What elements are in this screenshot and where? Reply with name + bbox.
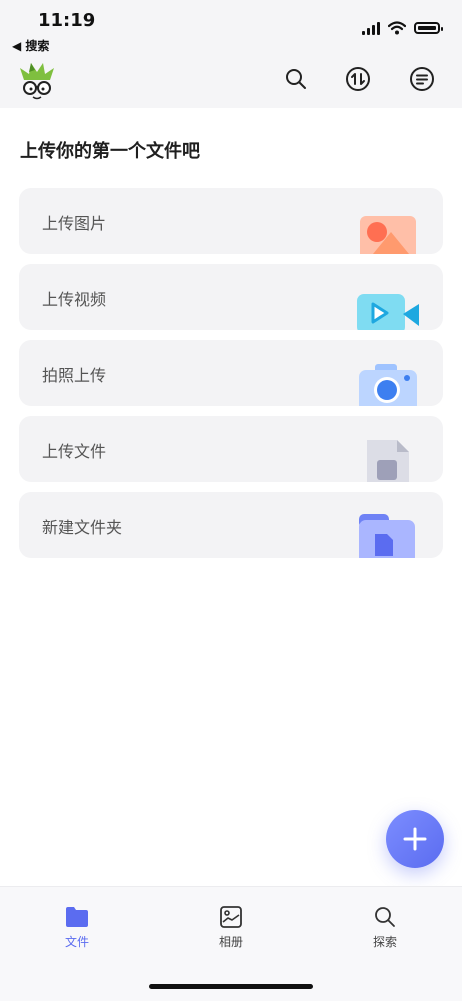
tab-files[interactable]: 文件	[37, 905, 117, 950]
card-label: 新建文件夹	[42, 518, 123, 537]
wifi-icon	[388, 21, 406, 35]
document-icon	[367, 440, 409, 482]
folder-icon	[66, 907, 88, 927]
page-title: 上传你的第一个文件吧	[20, 141, 200, 162]
tab-label: 探索	[372, 935, 397, 949]
add-button[interactable]	[386, 810, 444, 868]
image-icon	[360, 216, 416, 254]
transfer-arrows-icon	[346, 67, 370, 91]
battery-icon	[414, 22, 443, 34]
card-label: 上传图片	[42, 214, 107, 233]
folder-icon	[359, 514, 415, 558]
search-button[interactable]	[281, 64, 311, 94]
avatar-icon	[20, 63, 54, 100]
menu-button[interactable]	[407, 64, 437, 94]
card-label: 上传视频	[42, 290, 107, 309]
new-folder-card[interactable]: 新建文件夹	[19, 492, 443, 558]
card-label: 上传文件	[42, 442, 107, 461]
list-menu-icon	[410, 67, 434, 91]
home-indicator	[149, 984, 313, 989]
video-camera-icon	[357, 294, 419, 330]
upload-video-card[interactable]: 上传视频	[19, 264, 443, 330]
tab-label: 相册	[218, 935, 243, 949]
status-time: 11:19	[38, 10, 96, 31]
photo-album-icon	[220, 906, 242, 928]
search-icon	[375, 907, 395, 927]
tab-label: 文件	[64, 935, 89, 949]
camera-icon	[359, 364, 417, 406]
upload-image-card[interactable]: 上传图片	[19, 188, 443, 254]
transfer-button[interactable]	[343, 64, 373, 94]
tab-album[interactable]: 相册	[191, 905, 271, 950]
tab-explore[interactable]: 探索	[345, 905, 425, 950]
signal-icon	[362, 21, 380, 35]
status-icons	[362, 20, 443, 36]
card-label: 拍照上传	[42, 366, 107, 385]
search-icon	[286, 69, 306, 89]
back-to-search-link[interactable]: ◀ 搜索	[12, 37, 49, 54]
upload-file-card[interactable]: 上传文件	[19, 416, 443, 482]
take-photo-card[interactable]: 拍照上传	[19, 340, 443, 406]
plus-icon	[403, 827, 427, 851]
avatar[interactable]	[16, 60, 58, 102]
